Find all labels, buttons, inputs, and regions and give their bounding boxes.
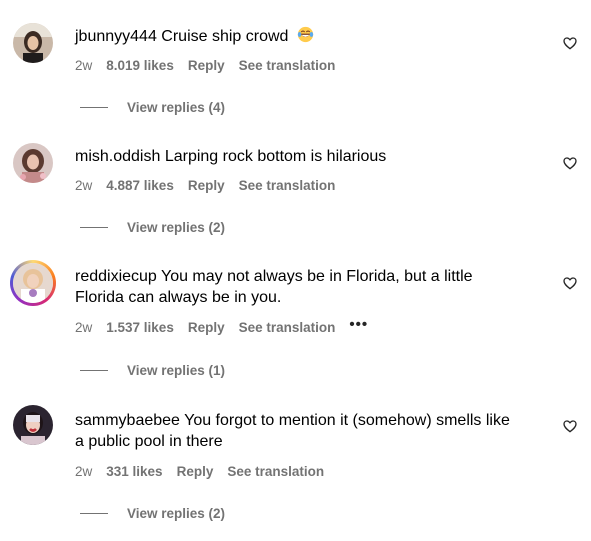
heart-outline-icon[interactable] <box>562 35 578 51</box>
see-translation-button[interactable]: See translation <box>227 464 324 479</box>
see-translation-button[interactable]: See translation <box>239 178 336 193</box>
comment-age: 2w <box>75 320 93 335</box>
replies-divider <box>80 107 108 108</box>
view-replies-button[interactable]: View replies (4) <box>80 100 225 115</box>
comment-meta: 2w 8.019 likes Reply See translation <box>75 58 349 73</box>
comment-meta: 2w 1.537 likes Reply See translation ••• <box>75 317 382 336</box>
likes-count[interactable]: 4.887 likes <box>106 178 174 193</box>
comment-username[interactable]: sammybaebee <box>75 412 180 429</box>
comment-age: 2w <box>75 58 93 73</box>
heart-outline-icon[interactable] <box>562 155 578 171</box>
avatar <box>13 263 53 303</box>
reply-button[interactable]: Reply <box>177 464 214 479</box>
comment-body: Cruise ship crowd <box>161 28 289 45</box>
comment-age: 2w <box>75 178 93 193</box>
avatar-image <box>13 23 53 63</box>
likes-count[interactable]: 1.537 likes <box>106 320 174 335</box>
avatar-story-ring[interactable] <box>10 260 56 306</box>
avatar-image <box>13 405 53 445</box>
replies-divider <box>80 513 108 514</box>
view-replies-label: View replies (1) <box>127 363 226 378</box>
comment-username[interactable]: mish.oddish <box>75 148 160 165</box>
comment-text: mish.oddish Larping rock bottom is hilar… <box>75 146 545 167</box>
comment-meta: 2w 4.887 likes Reply See translation <box>75 178 349 193</box>
likes-count[interactable]: 331 likes <box>106 464 162 479</box>
see-translation-button[interactable]: See translation <box>239 320 336 335</box>
comment-body-continued: Florida can always be in you. <box>75 289 282 306</box>
avatar[interactable] <box>13 23 53 63</box>
comment-body-continued: a public pool in there <box>75 433 223 450</box>
view-replies-label: View replies (4) <box>127 100 226 115</box>
view-replies-button[interactable]: View replies (2) <box>80 220 225 235</box>
avatar[interactable] <box>13 143 53 183</box>
more-options-icon[interactable]: ••• <box>349 317 368 332</box>
view-replies-label: View replies (2) <box>127 220 226 235</box>
likes-count[interactable]: 8.019 likes <box>106 58 174 73</box>
replies-divider <box>80 227 108 228</box>
see-translation-button[interactable]: See translation <box>239 58 336 73</box>
comment-username[interactable]: jbunnyy444 <box>75 28 157 45</box>
face-with-tears-of-joy-icon <box>297 26 314 43</box>
avatar[interactable] <box>13 405 53 445</box>
reply-button[interactable]: Reply <box>188 320 225 335</box>
comments-list: jbunnyy444 Cruise ship crowd 2w 8.019 li… <box>0 0 591 541</box>
reply-button[interactable]: Reply <box>188 58 225 73</box>
replies-divider <box>80 370 108 371</box>
heart-outline-icon[interactable] <box>562 275 578 291</box>
avatar-image <box>13 143 53 183</box>
avatar-image <box>13 263 53 303</box>
comment-body: You forgot to mention it (somehow) smell… <box>184 412 510 429</box>
heart-outline-icon[interactable] <box>562 418 578 434</box>
comment-body: Larping rock bottom is hilarious <box>164 148 387 165</box>
view-replies-button[interactable]: View replies (2) <box>80 506 225 521</box>
comment-username[interactable]: reddixiecup <box>75 268 157 285</box>
comment-body: You may not always be in Florida, but a … <box>160 268 473 285</box>
comment-age: 2w <box>75 464 93 479</box>
comment-meta: 2w 331 likes Reply See translation <box>75 464 338 479</box>
view-replies-button[interactable]: View replies (1) <box>80 363 225 378</box>
comment-text: reddixiecup You may not always be in Flo… <box>75 266 545 308</box>
view-replies-label: View replies (2) <box>127 506 226 521</box>
comment-text: sammybaebee You forgot to mention it (so… <box>75 410 545 452</box>
comment-text: jbunnyy444 Cruise ship crowd <box>75 26 545 47</box>
reply-button[interactable]: Reply <box>188 178 225 193</box>
